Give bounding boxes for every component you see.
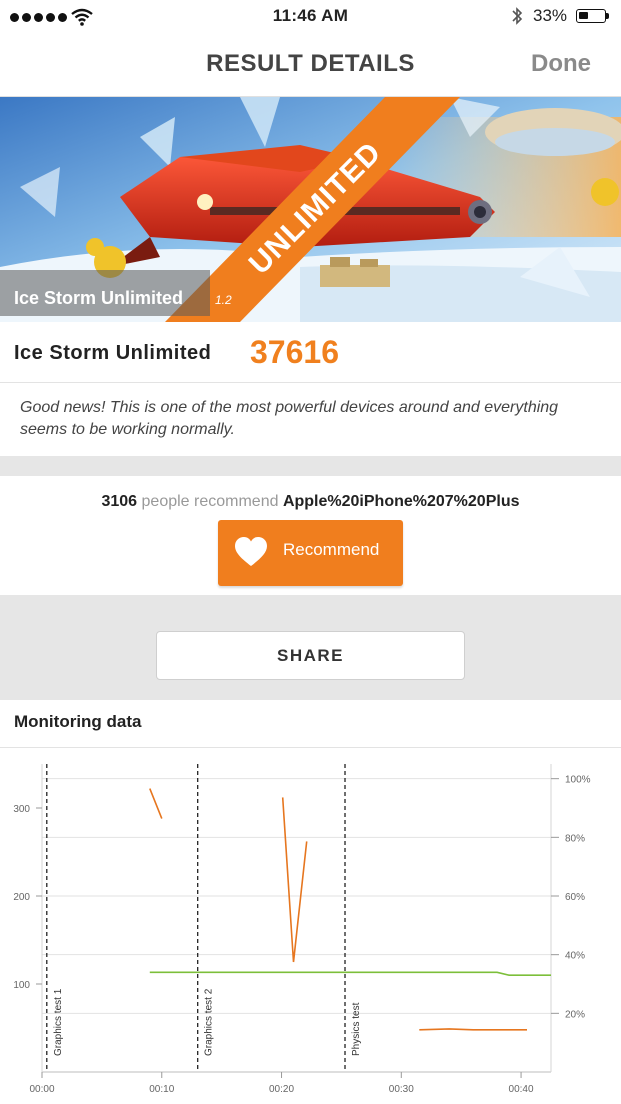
score-message: Good news! This is one of the most power… <box>20 399 559 438</box>
recommend-text: people recommend <box>141 493 279 510</box>
fps-line-segment <box>149 788 163 819</box>
y-left-tick-label: 300 <box>13 804 30 815</box>
x-tick-label: 00:40 <box>509 1084 534 1095</box>
done-button[interactable]: Done <box>531 50 591 78</box>
monitoring-chart: 100 200 300 20% 40% 60% 80% 100% 00:00 00:10 00:20… <box>13 764 591 1095</box>
clock: 11:46 AM <box>272 6 349 25</box>
battery-percent: 33% <box>533 6 568 25</box>
x-tick-label: 00:00 <box>29 1084 54 1095</box>
recommend-summary: 3106 people recommend Apple%20iPhone%207… <box>0 493 621 511</box>
bluetooth-icon <box>512 7 523 25</box>
y-right-tick-label: 40% <box>565 951 585 962</box>
monitoring-title: Monitoring data <box>14 712 142 731</box>
recommend-count: 3106 <box>101 493 138 510</box>
status-bar: 11:46 AM 33% <box>0 0 621 34</box>
device-name: Apple%20iPhone%207%20Plus <box>282 493 520 510</box>
heart-icon <box>235 537 267 566</box>
x-tick-label: 00:10 <box>149 1084 174 1095</box>
page-title: RESULT DETAILS <box>206 50 415 77</box>
test-marker-label: Physics test <box>351 1002 362 1056</box>
benchmark-name: Ice Storm Unlimited <box>14 342 212 364</box>
y-right-tick-label: 80% <box>565 833 585 844</box>
divider <box>0 747 621 748</box>
divider <box>0 382 621 383</box>
y-right-tick-label: 100% <box>565 775 591 786</box>
y-left-tick-label: 200 <box>13 892 30 903</box>
test-marker-label: Graphics test 2 <box>204 988 215 1056</box>
recommend-button[interactable]: Recommend <box>218 520 403 586</box>
x-tick-label: 00:20 <box>269 1084 294 1095</box>
fps-line-segment <box>281 797 308 963</box>
fps-line-segment <box>419 1028 527 1031</box>
hero-caption-version: 1.2 <box>215 293 232 307</box>
test-marker-label: Graphics test 1 <box>53 988 64 1056</box>
nav-bar: RESULT DETAILS Done <box>0 34 621 97</box>
battery-icon <box>576 9 609 23</box>
share-button[interactable]: SHARE <box>156 631 465 680</box>
y-right-tick-label: 60% <box>565 892 585 903</box>
recommend-button-label: Recommend <box>283 540 380 559</box>
hero-caption-title: Ice Storm Unlimited <box>14 288 184 308</box>
battery-line-segment <box>149 971 551 976</box>
x-tick-label: 00:30 <box>389 1084 414 1095</box>
y-right-tick-label: 20% <box>565 1009 585 1020</box>
y-left-tick-label: 100 <box>13 980 30 991</box>
score-value: 37616 <box>250 334 339 370</box>
